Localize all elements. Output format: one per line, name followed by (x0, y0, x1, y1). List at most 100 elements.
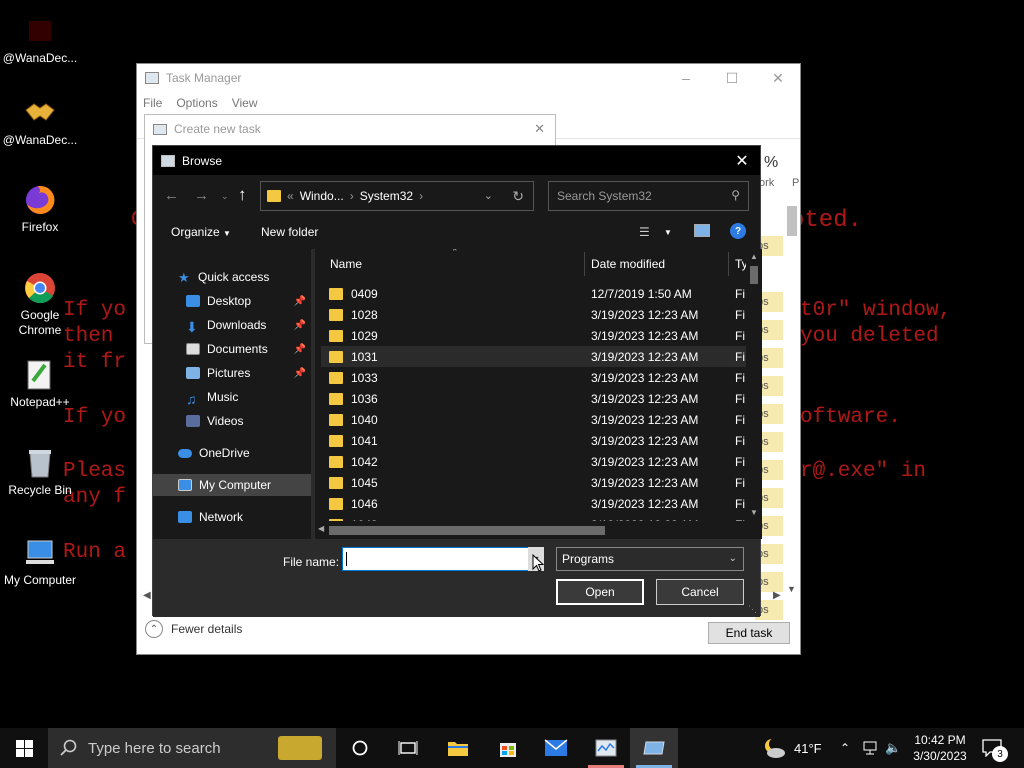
recent-locations-chevron-icon[interactable]: ⌄ (221, 191, 229, 202)
mail-icon[interactable] (544, 736, 568, 760)
close-button[interactable]: ✕ (732, 151, 752, 171)
address-separator[interactable]: › (350, 189, 354, 203)
file-row[interactable]: 0409 12/7/2019 1:50 AM Fi (321, 283, 746, 304)
column-divider[interactable] (728, 252, 729, 276)
address-bar[interactable]: « Windo... › System32 › ⌄ ↻ (260, 181, 534, 211)
search-input[interactable]: Search System32 (557, 189, 652, 203)
vertical-scrollbar[interactable]: ▲ ▼ (746, 249, 762, 539)
file-row[interactable]: 1041 3/19/2023 12:23 AM Fi (321, 430, 746, 451)
desktop-icon-chrome[interactable]: Google Chrome (0, 271, 80, 338)
organize-button[interactable]: Organize ▼ (171, 225, 231, 239)
file-row[interactable]: 1042 3/19/2023 12:23 AM Fi (321, 451, 746, 472)
maximize-button[interactable]: ☐ (709, 64, 755, 92)
notifications-button[interactable]: 3 (982, 728, 1008, 768)
create-new-task-titlebar[interactable]: Create new task (145, 115, 555, 143)
search-icon[interactable]: ⚲ (731, 188, 740, 202)
back-arrow-icon[interactable]: ← (164, 187, 179, 204)
horizontal-scrollbar[interactable]: ◀ (315, 521, 745, 539)
clock[interactable]: 10:42 PM 3/30/2023 (900, 732, 980, 764)
scroll-thumb[interactable] (329, 526, 605, 535)
cortana-icon[interactable] (348, 736, 372, 760)
search-box[interactable]: Search System32 ⚲ (548, 181, 749, 211)
nav-desktop[interactable]: Desktop 📌 (153, 290, 311, 312)
nav-music[interactable]: ♫ Music (153, 386, 311, 408)
desktop-icon-notepadpp[interactable]: Notepad++ (0, 358, 80, 410)
help-icon[interactable]: ? (730, 223, 746, 239)
browse-taskbar-button[interactable] (630, 728, 678, 768)
file-row[interactable]: 1036 3/19/2023 12:23 AM Fi (321, 388, 746, 409)
address-segment-system32[interactable]: System32 (360, 189, 413, 203)
desktop-icon-my-computer[interactable]: My Computer (0, 536, 80, 588)
scroll-up-arrow-icon[interactable]: ▲ (746, 252, 762, 261)
scroll-left-arrow-icon[interactable]: ◀ (318, 524, 324, 533)
chrome-icon (23, 271, 57, 305)
file-row[interactable]: 1033 3/19/2023 12:23 AM Fi (321, 367, 746, 388)
nav-network[interactable]: Network (153, 506, 311, 528)
file-row[interactable]: 1045 3/19/2023 12:23 AM Fi (321, 472, 746, 493)
desktop-icon-wanadecryptor-2[interactable]: @WanaDec... (0, 96, 80, 148)
new-folder-button[interactable]: New folder (261, 225, 318, 239)
column-date-modified[interactable]: Date modified (591, 257, 665, 271)
address-dropdown-chevron-icon[interactable]: ⌄ (484, 189, 493, 202)
open-button[interactable]: Open (556, 579, 644, 605)
desktop-icon-wanadecryptor[interactable]: @WanaDec... (0, 14, 80, 66)
nav-videos[interactable]: Videos (153, 410, 311, 432)
windows-start-icon[interactable] (12, 736, 36, 760)
forward-arrow-icon[interactable]: → (194, 187, 209, 204)
scroll-thumb[interactable] (786, 206, 797, 236)
file-row[interactable]: 1028 3/19/2023 12:23 AM Fi (321, 304, 746, 325)
column-divider[interactable] (584, 252, 585, 276)
view-options-icon[interactable]: ☰ (639, 225, 650, 239)
chevron-down-icon[interactable]: ▼ (664, 228, 672, 237)
nav-documents[interactable]: Documents 📌 (153, 338, 311, 360)
menu-file[interactable]: File (143, 92, 162, 114)
menu-view[interactable]: View (232, 92, 258, 114)
desktop-icon-firefox[interactable]: Firefox (0, 183, 80, 235)
file-row[interactable]: 1046 3/19/2023 12:23 AM Fi (321, 493, 746, 514)
store-icon[interactable] (496, 736, 520, 760)
address-overflow[interactable]: « (287, 189, 294, 203)
file-type-select[interactable]: Programs ⌄ (556, 547, 744, 571)
taskbar-search-input[interactable]: Type here to search (88, 740, 221, 757)
nav-downloads[interactable]: ⬇ Downloads 📌 (153, 314, 311, 336)
scroll-thumb[interactable] (750, 266, 758, 284)
cancel-button[interactable]: Cancel (656, 579, 744, 605)
search-highlight-icon[interactable] (278, 736, 322, 760)
network-icon[interactable] (862, 728, 878, 768)
refresh-icon[interactable]: ↻ (512, 188, 524, 205)
preview-pane-icon[interactable] (694, 224, 710, 237)
taskbar-search-box[interactable]: Type here to search (48, 728, 336, 768)
show-hidden-icons-chevron-icon[interactable]: ⌃ (840, 728, 850, 768)
end-task-button[interactable]: End task (708, 622, 790, 644)
menu-options[interactable]: Options (176, 92, 217, 114)
nav-onedrive[interactable]: OneDrive (153, 442, 311, 464)
scroll-down-arrow-icon[interactable]: ▼ (746, 508, 762, 517)
scroll-down-arrow-icon[interactable]: ▼ (783, 584, 800, 594)
minimize-button[interactable]: – (663, 64, 709, 92)
nav-quick-access[interactable]: ★ Quick access (153, 266, 311, 288)
file-row[interactable]: 1031 3/19/2023 12:23 AM Fi (321, 346, 746, 367)
address-separator[interactable]: › (419, 189, 423, 203)
scroll-right-arrow-icon[interactable]: ▶ (773, 590, 781, 601)
fewer-details-button[interactable]: ⌃ Fewer details (145, 620, 242, 638)
browse-titlebar[interactable]: Browse (153, 146, 760, 175)
resize-grip-icon[interactable]: ⋱ (748, 604, 757, 615)
close-button[interactable]: ✕ (534, 121, 545, 137)
weather-widget[interactable]: 41°F (762, 728, 822, 768)
desktop-icon-recycle-bin[interactable]: Recycle Bin (0, 446, 80, 498)
column-name[interactable]: Name (330, 257, 362, 271)
scroll-left-arrow-icon[interactable]: ◀ (143, 590, 151, 601)
file-row[interactable]: 1040 3/19/2023 12:23 AM Fi (321, 409, 746, 430)
volume-icon[interactable]: 🔈 (885, 728, 901, 768)
task-view-icon[interactable] (396, 736, 420, 760)
nav-my-computer[interactable]: My Computer (153, 474, 311, 496)
file-explorer-icon[interactable] (446, 736, 470, 760)
file-name-input[interactable] (342, 547, 544, 571)
up-arrow-icon[interactable]: ↑ (238, 185, 247, 205)
nav-pictures[interactable]: Pictures 📌 (153, 362, 311, 384)
close-button[interactable]: ✕ (755, 64, 801, 92)
file-row[interactable]: 1029 3/19/2023 12:23 AM Fi (321, 325, 746, 346)
vertical-scrollbar[interactable]: ▼ (783, 204, 800, 594)
task-manager-taskbar-icon[interactable] (594, 736, 618, 760)
address-segment-windows[interactable]: Windo... (300, 189, 344, 203)
